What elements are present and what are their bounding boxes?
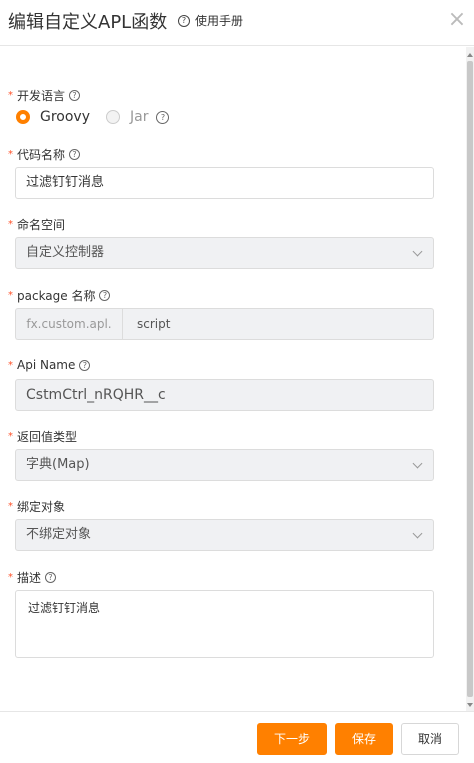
code-name-label: * 代码名称 ? (8, 146, 81, 163)
namespace-select[interactable]: 自定义控制器 (15, 237, 434, 269)
dialog-title: 编辑自定义APL函数 (8, 12, 168, 33)
api-name-input[interactable]: CstmCtrl_nRQHR__c (15, 379, 434, 411)
required-mark: * (8, 359, 13, 371)
dialog-footer: 下一步 保存 取消 (0, 711, 474, 763)
package-input[interactable]: script (122, 308, 434, 340)
namespace-label: * 命名空间 (8, 216, 65, 233)
package-label: * package 名称 ? (8, 287, 111, 304)
package-prefix: fx.custom.apl. (15, 308, 122, 340)
user-manual-link[interactable]: ? 使用手册 (178, 12, 243, 29)
dialog-header: 编辑自定义APL函数 ? 使用手册 × (0, 0, 474, 46)
save-button[interactable]: 保存 (335, 723, 393, 755)
required-mark: * (8, 149, 13, 160)
vertical-scrollbar[interactable] (466, 47, 474, 711)
required-mark: * (8, 219, 13, 230)
bind-object-value: 不绑定对象 (26, 527, 92, 542)
bind-object-label: * 绑定对象 (8, 498, 65, 515)
radio-jar-label[interactable]: Jar (130, 109, 148, 125)
required-mark: * (8, 501, 13, 512)
dialog-body: * 开发语言 ? Groovy Jar ? * 代码名称 ? 过滤钉钉消息 * … (0, 47, 466, 711)
required-mark: * (8, 431, 13, 442)
api-name-label: * Api Name ? (8, 358, 91, 372)
question-icon[interactable]: ? (156, 110, 170, 124)
chevron-down-icon (412, 528, 423, 539)
close-icon[interactable]: × (447, 8, 467, 32)
return-type-label-text: 返回值类型 (17, 430, 78, 444)
return-type-select[interactable]: 字典(Map) (15, 449, 434, 481)
required-mark: * (8, 290, 13, 301)
description-textarea[interactable]: 过滤钉钉消息 (15, 590, 434, 658)
description-label-text: 描述 (17, 571, 42, 585)
question-icon[interactable]: ? (79, 359, 91, 371)
radio-groovy-label[interactable]: Groovy (40, 109, 90, 125)
scroll-thumb[interactable] (467, 61, 473, 697)
language-radio-group: Groovy Jar ? (16, 109, 170, 125)
description-label: * 描述 ? (8, 569, 57, 586)
language-label: * 开发语言 ? (8, 87, 81, 104)
question-icon[interactable]: ? (45, 572, 57, 583)
cancel-button[interactable]: 取消 (401, 723, 459, 755)
namespace-label-text: 命名空间 (17, 218, 66, 232)
namespace-value: 自定义控制器 (26, 245, 105, 260)
code-name-input[interactable]: 过滤钉钉消息 (15, 167, 434, 199)
question-icon[interactable]: ? (69, 90, 81, 101)
radio-jar[interactable] (106, 110, 120, 124)
language-label-text: 开发语言 (17, 89, 66, 103)
radio-groovy[interactable] (16, 110, 30, 124)
question-icon[interactable]: ? (99, 290, 111, 301)
api-name-label-text: Api Name (17, 358, 76, 372)
package-label-text: package 名称 (17, 289, 96, 303)
question-icon[interactable]: ? (69, 149, 81, 160)
scroll-down-arrow-icon[interactable] (466, 701, 474, 709)
code-name-label-text: 代码名称 (17, 148, 66, 162)
required-mark: * (8, 572, 13, 583)
user-manual-label: 使用手册 (195, 14, 244, 28)
bind-object-label-text: 绑定对象 (17, 500, 66, 514)
bind-object-select[interactable]: 不绑定对象 (15, 519, 434, 551)
package-field: fx.custom.apl. script (15, 308, 434, 340)
return-type-label: * 返回值类型 (8, 428, 77, 445)
question-icon: ? (178, 14, 190, 27)
next-step-button[interactable]: 下一步 (257, 723, 327, 755)
return-type-value: 字典(Map) (26, 457, 90, 472)
chevron-down-icon (412, 246, 423, 257)
chevron-down-icon (412, 458, 423, 469)
scroll-up-arrow-icon[interactable] (466, 51, 474, 59)
required-mark: * (8, 90, 13, 101)
